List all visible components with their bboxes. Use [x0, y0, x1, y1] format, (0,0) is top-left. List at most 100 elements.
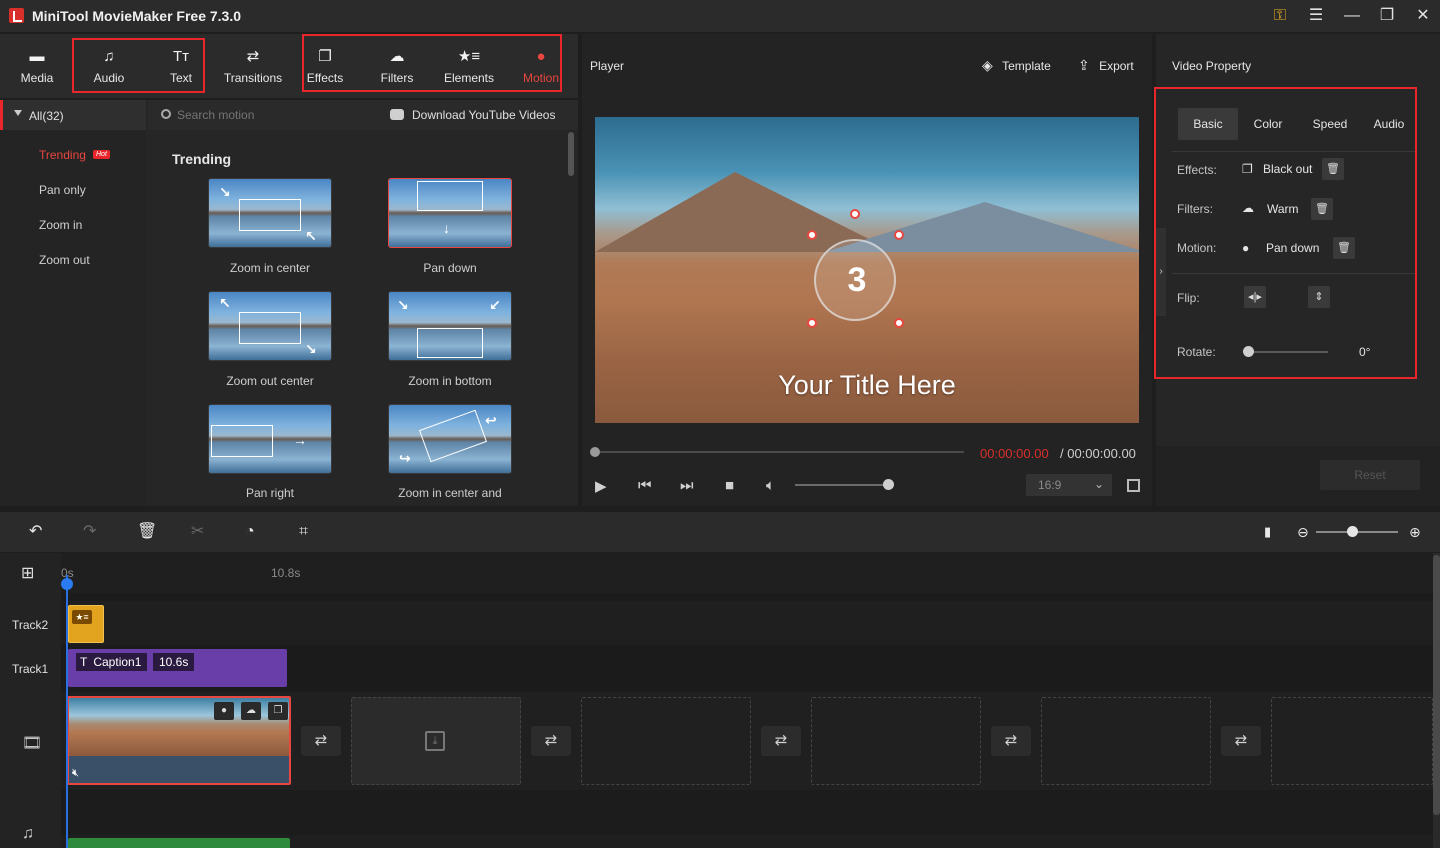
zoom-in-icon[interactable]: ⊕	[1409, 522, 1421, 542]
video-preview[interactable]: 3 Your Title Here	[595, 117, 1139, 423]
seek-handle[interactable]	[590, 447, 600, 457]
motion-thumb-zoom-in-bottom[interactable]: ↘ ↙	[388, 291, 512, 361]
toolbar-audio-button[interactable]: ♫ Audio	[73, 34, 145, 98]
timeline-ruler[interactable]	[61, 553, 1433, 593]
panel-collapse-icon[interactable]: ›	[1156, 228, 1166, 316]
toolbar-elements-button[interactable]: ★≡ Elements	[433, 34, 505, 98]
fit-timeline-icon[interactable]: ▮	[1264, 522, 1271, 542]
maximize-icon[interactable]: ❐	[1373, 4, 1401, 28]
empty-clip-slot[interactable]	[1041, 697, 1211, 785]
toolbar-motion-button[interactable]: ● Motion	[505, 34, 577, 98]
transition-slot-button[interactable]: ⇄	[761, 726, 801, 756]
arrow-icon: ↘	[305, 341, 317, 357]
motion-thumb-zoom-out-center[interactable]: ↖ ↘	[208, 291, 332, 361]
timeline-scroll-thumb[interactable]	[1433, 555, 1440, 815]
volume-icon[interactable]: 🔈︎	[766, 477, 775, 494]
app-title: MiniTool MovieMaker Free 7.3.0	[32, 8, 242, 24]
seek-bar[interactable]	[594, 451, 964, 453]
rotate-handle[interactable]	[1243, 346, 1254, 357]
flip-vertical-icon[interactable]: ⇕	[1308, 286, 1330, 308]
category-zoom-out[interactable]: Zoom out	[39, 253, 90, 267]
category-pan-only[interactable]: Pan only	[39, 183, 86, 197]
video-clip[interactable]: ● ☁ ❐	[67, 696, 291, 785]
play-icon[interactable]: ▶	[595, 477, 607, 495]
filters-icon: ☁	[389, 48, 405, 65]
delete-motion-button[interactable]: 🗑︎	[1333, 237, 1355, 259]
add-track-icon[interactable]: ⊞	[21, 563, 34, 583]
empty-clip-slot[interactable]	[581, 697, 751, 785]
empty-clip-slot[interactable]	[1271, 697, 1433, 785]
transition-slot-button[interactable]: ⇄	[991, 726, 1031, 756]
flip-horizontal-icon[interactable]: ◂|▸	[1244, 286, 1266, 308]
transition-slot-button[interactable]: ⇄	[1221, 726, 1261, 756]
volume-slider[interactable]	[795, 484, 887, 486]
stop-icon[interactable]: ■	[725, 477, 734, 494]
tab-color[interactable]: Color	[1240, 108, 1296, 140]
divider	[1172, 151, 1416, 152]
category-trending[interactable]: Trending	[39, 148, 86, 162]
toolbar-text-button[interactable]: Tт Text	[145, 34, 217, 98]
tab-basic[interactable]: Basic	[1178, 108, 1238, 140]
split-icon[interactable]: ✂	[191, 522, 204, 542]
toolbar-media-button[interactable]: ▬ Media	[1, 34, 73, 98]
empty-clip-slot[interactable]	[811, 697, 981, 785]
motion-thumb-pan-right[interactable]: →	[208, 404, 332, 474]
transition-slot-button[interactable]: ⇄	[301, 726, 341, 756]
toolbar-effects-button[interactable]: ❐ Effects	[289, 34, 361, 98]
close-icon[interactable]: ✕	[1409, 4, 1437, 28]
library-scrollbar[interactable]	[568, 132, 574, 176]
caption-clip-duration: 10.6s	[153, 653, 195, 671]
next-frame-icon[interactable]: ⏭	[680, 477, 694, 494]
resize-handle[interactable]	[850, 209, 860, 219]
video-title-text[interactable]: Your Title Here	[595, 370, 1139, 401]
motion-thumb-zoom-in-center-rotate[interactable]: ↩ ↪	[388, 404, 512, 474]
delete-icon[interactable]: 🗑︎	[137, 522, 157, 542]
motion-value: Pan down	[1266, 241, 1320, 255]
transitions-icon: ⇄	[246, 48, 260, 65]
minimize-icon[interactable]: —	[1338, 4, 1366, 28]
arrow-icon: ↘	[219, 184, 231, 200]
resize-handle[interactable]	[807, 230, 817, 240]
countdown-element[interactable]: 3	[814, 239, 896, 321]
resize-handle[interactable]	[894, 230, 904, 240]
aspect-ratio-select[interactable]: 16:9 ⌄	[1026, 474, 1112, 496]
toolbar-transitions-button[interactable]: ⇄ Transitions	[217, 34, 289, 98]
redo-icon[interactable]: ↷	[83, 522, 96, 542]
delete-filter-button[interactable]: 🗑︎	[1311, 198, 1333, 220]
undo-icon[interactable]: ↶	[29, 522, 42, 542]
previous-frame-icon[interactable]: ⏮	[638, 477, 652, 494]
transition-slot-button[interactable]: ⇄	[531, 726, 571, 756]
volume-handle[interactable]	[883, 479, 894, 490]
category-all[interactable]: All(32)	[0, 100, 146, 130]
current-time: 00:00:00.00	[980, 446, 1049, 461]
crop-icon[interactable]: ⌗	[299, 522, 308, 542]
search-input[interactable]	[177, 108, 327, 122]
playhead[interactable]	[66, 575, 68, 848]
resize-handle[interactable]	[807, 318, 817, 328]
toolbar-filters-button[interactable]: ☁ Filters	[361, 34, 433, 98]
rotate-slider[interactable]	[1246, 351, 1328, 353]
zoom-out-icon[interactable]: ⊖	[1297, 522, 1309, 542]
template-button[interactable]: ◈ Template	[982, 57, 1051, 74]
track2-label: Track2	[12, 618, 49, 632]
tab-audio[interactable]: Audio	[1362, 108, 1416, 140]
mute-icon[interactable]: 🔇︎	[72, 767, 79, 780]
delete-effect-button[interactable]: 🗑︎	[1322, 158, 1344, 180]
playhead-handle[interactable]	[61, 578, 73, 590]
motion-thumb-zoom-in-center[interactable]: ↘ ↖	[208, 178, 332, 248]
motion-thumb-pan-down[interactable]: ↓	[388, 178, 512, 248]
rotate-arrow-icon: ↩	[485, 412, 497, 428]
key-icon[interactable]: ⚿	[1266, 4, 1294, 28]
audio-clip[interactable]	[68, 838, 290, 848]
arrow-icon: ↖	[305, 228, 317, 244]
fullscreen-icon[interactable]	[1127, 479, 1140, 492]
timeline-zoom-handle[interactable]	[1347, 526, 1358, 537]
speed-icon[interactable]: ◔	[245, 522, 255, 542]
resize-handle[interactable]	[894, 318, 904, 328]
menu-icon[interactable]: ☰	[1302, 4, 1330, 28]
reset-button[interactable]: Reset	[1320, 460, 1420, 490]
tab-speed[interactable]: Speed	[1300, 108, 1360, 140]
export-button[interactable]: ⇪ Export	[1078, 57, 1134, 74]
download-youtube-link[interactable]: Download YouTube Videos	[412, 108, 555, 122]
category-zoom-in[interactable]: Zoom in	[39, 218, 82, 232]
